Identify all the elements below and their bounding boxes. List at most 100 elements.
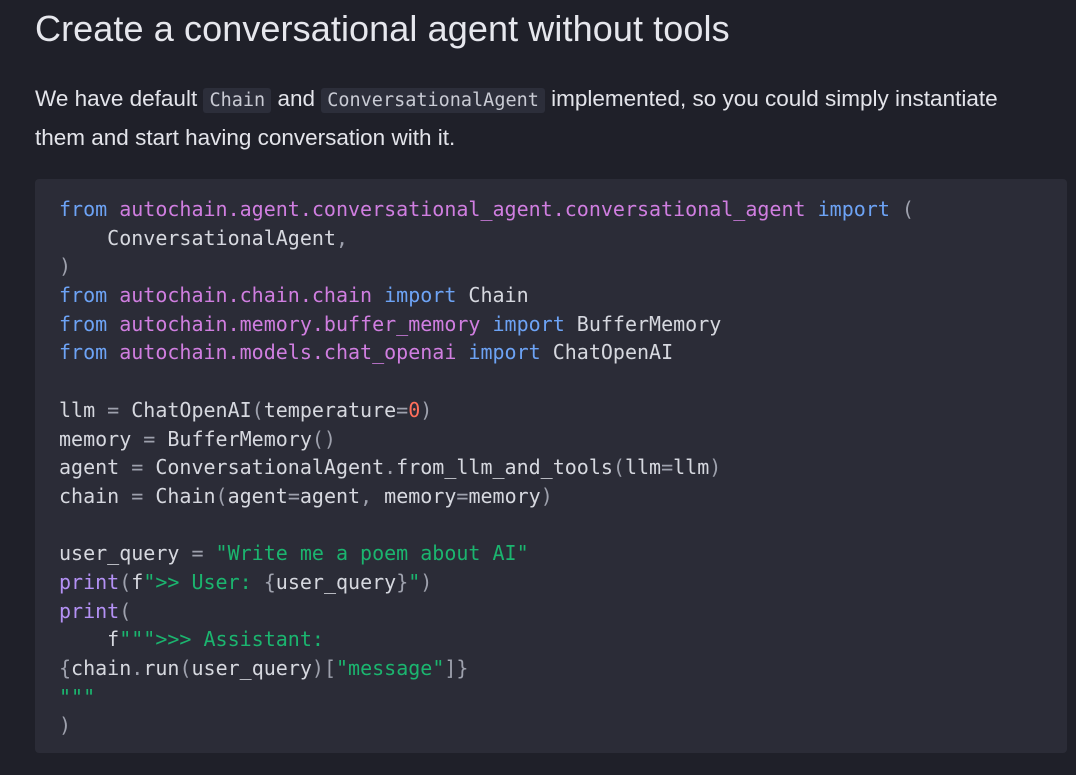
inline-code-conversational-agent: ConversationalAgent [321,88,545,113]
code-token: = [287,483,300,508]
code-token: BufferMemory [155,426,312,451]
code-line: {chain.run(user_query)["message"]} [59,654,1067,683]
code-token: ) [59,713,72,738]
code-token: . [384,455,397,480]
code-line: memory = BufferMemory() [59,425,1067,454]
code-token: ( [901,197,914,221]
code-token: ) [420,569,433,594]
code-token: ChatOpenAI [119,397,252,422]
code-token: 0 [408,397,421,422]
code-token: import [468,340,541,365]
code-token: Chain [456,283,529,308]
code-token: = [131,483,144,508]
code-token: = [143,426,156,451]
code-token: autochain.agent.conversational_agent.con… [119,197,806,221]
code-token: , [335,225,348,250]
code-token: = [456,483,469,508]
code-token: f [59,627,120,652]
code-token: BufferMemory [564,311,722,336]
code-token: chain [59,483,132,508]
code-token: llm [673,455,710,480]
code-token: () [311,426,336,451]
code-token: { [263,569,276,594]
code-token: . [131,656,144,680]
code-line: ConversationalAgent, [59,224,1067,253]
code-token: ( [215,483,228,508]
code-token: ChatOpenAI [540,340,674,365]
code-token: ]} [444,656,469,680]
code-line: f""">>> Assistant: [59,625,1067,654]
code-token: from [59,340,108,365]
code-token: autochain.chain.chain [119,283,373,308]
code-content[interactable]: from autochain.agent.conversational_agen… [59,195,1067,740]
section-heading: Create a conversational agent without to… [35,8,730,49]
intro-paragraph: We have default Chain and Conversational… [35,80,1035,156]
code-token: user_query [191,656,312,680]
code-token: ( [179,656,192,680]
code-line: from autochain.models.chat_openai import… [59,338,1067,367]
code-token: ( [612,455,625,480]
code-token: ( [119,598,132,623]
code-token: ">> User: [143,569,264,594]
code-line: chain = Chain(agent=agent, memory=memory… [59,482,1067,511]
code-token: llm [624,455,662,480]
code-token: user_query [275,569,397,594]
code-token: memory [59,426,144,451]
code-token: ( [251,397,264,422]
code-token: from [59,197,108,221]
code-token: from_llm_and_tools [396,455,613,480]
code-line: print( [59,597,1067,626]
code-token: user_query [59,541,192,566]
code-token: " [408,569,421,594]
code-token: ConversationalAgent [143,455,385,480]
code-token: ( [119,569,132,594]
code-block[interactable]: from autochain.agent.conversational_agen… [35,179,1067,753]
code-token: from [59,283,108,308]
code-token: "Write me a poem about AI" [215,541,529,566]
code-token: , [360,483,373,508]
code-token: import [817,197,890,221]
code-token: ) [709,455,722,480]
code-token: temperature [263,397,397,422]
code-token: memory [372,483,457,508]
code-token: = [131,455,144,480]
code-token: print [59,569,120,594]
code-token: = [661,455,674,480]
code-line: from autochain.chain.chain import Chain [59,281,1067,310]
code-line: from autochain.agent.conversational_agen… [59,195,1067,224]
code-token: } [396,569,409,594]
code-token: Chain [143,483,216,508]
code-token: ) [420,397,433,422]
code-token: agent [299,483,361,508]
code-token: llm [59,397,108,422]
code-token: chain [71,656,132,680]
intro-text-2: and [277,86,315,111]
code-line: print(f">> User: {user_query}") [59,568,1067,597]
code-line: agent = ConversationalAgent.from_llm_and… [59,453,1067,482]
code-token: "message" [336,656,445,680]
code-token: autochain.memory.buffer_memory [119,311,481,336]
code-token: ) [59,254,72,279]
code-token: """ [59,684,96,709]
code-line: ) [59,711,1067,740]
code-token: ) [540,483,553,508]
code-token: from [59,311,108,336]
code-token: run [143,656,180,680]
code-token: = [191,541,204,566]
code-token: autochain.models.chat_openai [119,340,457,365]
code-token: { [59,656,72,680]
code-token: print [59,598,120,623]
code-line: llm = ChatOpenAI(temperature=0) [59,396,1067,425]
code-token: agent [227,483,288,508]
